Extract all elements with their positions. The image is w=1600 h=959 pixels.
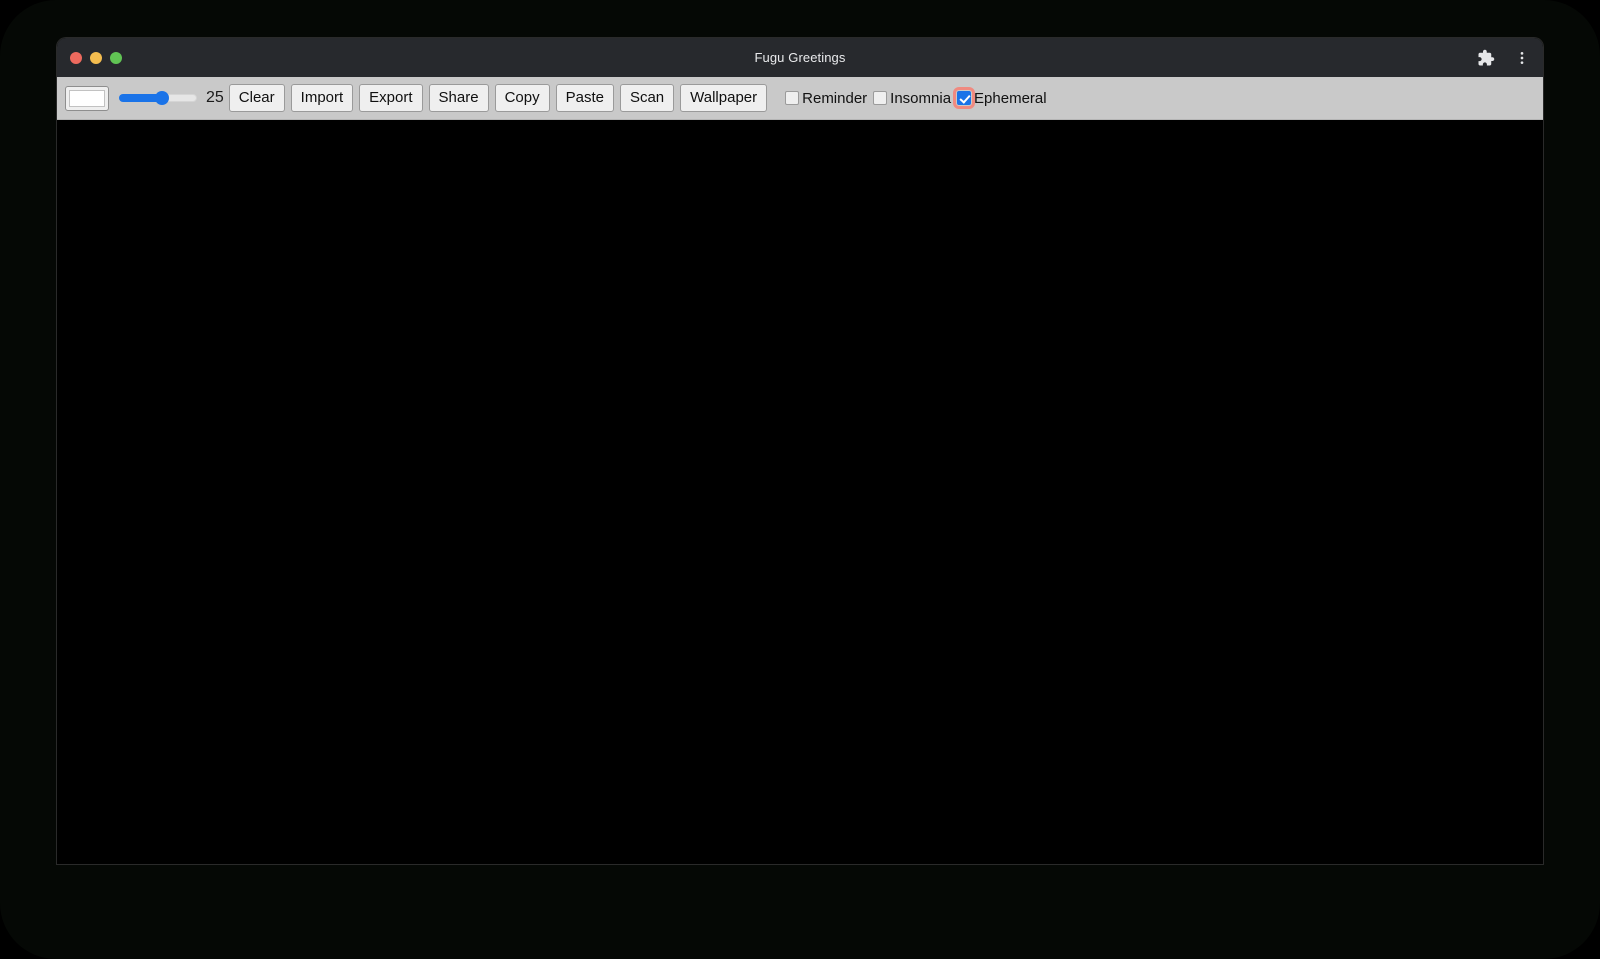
line-width-slider[interactable]	[119, 88, 197, 108]
share-button[interactable]: Share	[428, 84, 489, 112]
close-window-button[interactable]	[70, 51, 82, 64]
extensions-icon[interactable]	[1475, 47, 1497, 69]
maximize-window-button[interactable]	[110, 51, 122, 64]
device-bezel: Fugu Greetings 25 Clear Import Export Sh…	[0, 0, 1600, 959]
export-button[interactable]: Export	[359, 84, 423, 112]
minimize-window-button[interactable]	[90, 51, 102, 64]
ephemeral-checkbox[interactable]: Ephemeral	[953, 87, 1049, 109]
titlebar-actions	[1475, 38, 1533, 77]
scan-button[interactable]: Scan	[619, 84, 675, 112]
insomnia-checkbox-label: Insomnia	[890, 89, 952, 107]
more-menu-icon[interactable]	[1511, 47, 1533, 69]
insomnia-checkbox-box[interactable]	[873, 91, 888, 105]
slider-thumb[interactable]	[154, 91, 169, 105]
slider-value-label: 25	[206, 89, 224, 106]
reminder-checkbox-label: Reminder	[802, 89, 868, 107]
paste-button[interactable]: Paste	[555, 84, 614, 112]
window-title: Fugu Greetings	[754, 50, 846, 65]
drawing-canvas[interactable]	[57, 120, 1543, 863]
toolbar-checkbox-group: Reminder Insomnia Ephemeral	[781, 87, 1049, 109]
clear-button[interactable]: Clear	[228, 84, 285, 112]
reminder-checkbox[interactable]: Reminder	[781, 90, 869, 107]
app-toolbar: 25 Clear Import Export Share Copy Paste …	[57, 77, 1543, 120]
reminder-checkbox-box[interactable]	[785, 91, 800, 105]
browser-window: Fugu Greetings 25 Clear Import Export Sh…	[57, 38, 1543, 864]
ephemeral-checkbox-label: Ephemeral	[974, 89, 1047, 107]
import-button[interactable]: Import	[290, 84, 354, 112]
traffic-light-controls	[70, 38, 122, 77]
color-picker[interactable]	[65, 85, 109, 111]
copy-button[interactable]: Copy	[494, 84, 550, 112]
insomnia-checkbox[interactable]: Insomnia	[869, 90, 953, 107]
ephemeral-checkbox-box[interactable]	[953, 87, 976, 109]
title-bar: Fugu Greetings	[57, 38, 1543, 77]
wallpaper-button[interactable]: Wallpaper	[680, 84, 768, 112]
color-picker-swatch	[69, 89, 105, 107]
